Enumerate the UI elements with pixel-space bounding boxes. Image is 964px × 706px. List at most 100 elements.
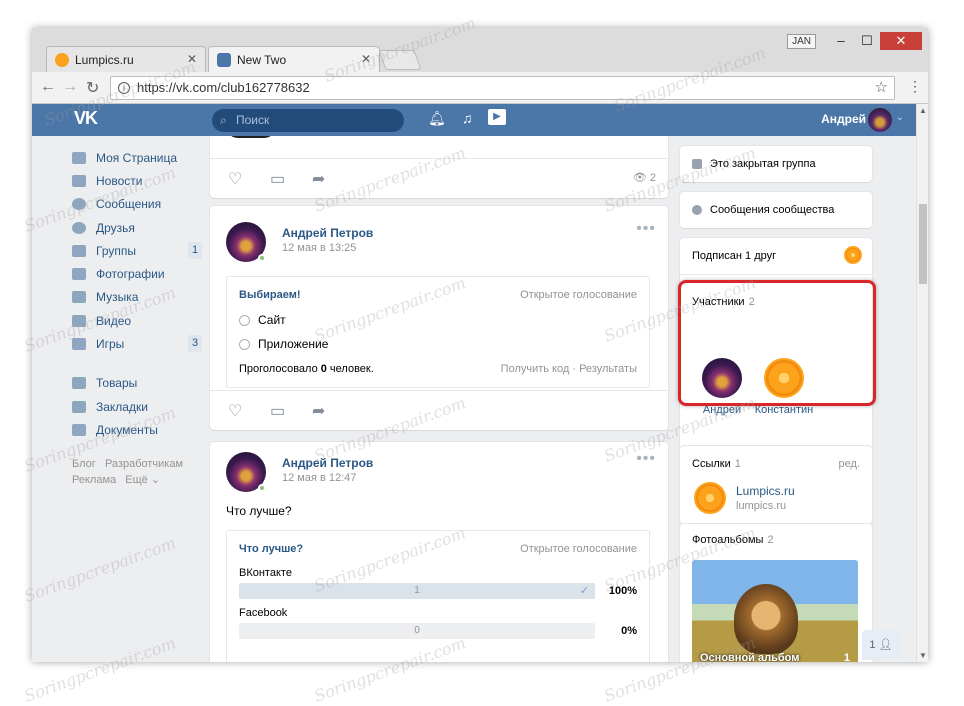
like-heart-icon[interactable]: ♡ <box>228 169 242 189</box>
nav-label: Сообщения <box>96 197 162 212</box>
browser-menu-icon[interactable]: ⋮ <box>908 78 922 95</box>
chat-button[interactable]: 1 👤︎ <box>862 630 900 660</box>
vk-favicon-icon <box>217 52 231 67</box>
nav-label: Игры <box>96 337 125 352</box>
post-date[interactable]: 12 мая в 13:25 <box>282 242 356 254</box>
community-messages-label[interactable]: Сообщения сообщества <box>710 204 834 216</box>
share-icon[interactable]: ➦ <box>312 401 325 421</box>
nav-item-documents[interactable]: Документы <box>72 418 202 441</box>
forward-arrow-icon[interactable]: → <box>62 78 78 96</box>
back-arrow-icon[interactable]: ← <box>40 78 56 96</box>
nav-item-photos[interactable]: Фотографии <box>72 262 202 285</box>
nav-item-goods[interactable]: Товары <box>72 372 202 395</box>
scroll-up-arrow-icon[interactable]: ▲ <box>919 106 927 115</box>
nav-item-music[interactable]: Музыка <box>72 286 202 309</box>
poll-title: Выбираем! <box>239 289 301 301</box>
radio-button[interactable] <box>239 314 250 326</box>
nav-item-my-page[interactable]: Моя Страница <box>72 146 202 169</box>
community-messages-row[interactable]: Сообщения сообщества <box>692 204 834 216</box>
tab-label: New Two <box>237 52 287 67</box>
close-tab-icon[interactable]: ✕ <box>187 52 197 66</box>
post-author[interactable]: Андрей Петров <box>282 456 373 470</box>
closed-group-box: Это закрытая группа <box>680 146 872 182</box>
post-card: Андрей Петров 12 мая в 12:47 ••• Что луч… <box>210 442 668 662</box>
bookmark-star-icon[interactable]: ☆ <box>875 77 888 99</box>
album-cover[interactable]: Основной альбом 1 <box>692 560 858 662</box>
poll-option[interactable]: Сайт <box>239 313 286 327</box>
scroll-thumb[interactable] <box>919 204 927 284</box>
comment-icon[interactable]: ▭ <box>270 169 285 189</box>
info-icon[interactable]: i <box>118 82 130 94</box>
lock-icon <box>692 159 702 169</box>
play-icon[interactable]: ▶ <box>488 109 506 125</box>
links-edit[interactable]: ред. <box>839 458 860 470</box>
minimize-button[interactable]: – <box>828 32 854 50</box>
new-tab-button[interactable] <box>378 50 422 70</box>
music-icon[interactable]: ♫ <box>462 110 473 126</box>
poll-result-votes: 1 <box>414 585 420 596</box>
link-title[interactable]: Lumpics.ru <box>736 484 795 498</box>
footer-ads-link[interactable]: Реклама <box>72 474 116 486</box>
nav-item-bookmarks[interactable]: Закладки <box>72 395 202 418</box>
reload-icon[interactable]: ↻ <box>86 78 99 98</box>
profile-badge[interactable]: JAN <box>787 34 816 49</box>
share-icon[interactable]: ➦ <box>312 169 325 189</box>
page-scrollbar[interactable]: ▲ ▼ <box>916 104 928 662</box>
chevron-down-icon[interactable]: ⌄ <box>896 112 904 123</box>
star-icon <box>72 400 86 413</box>
online-indicator <box>258 484 266 492</box>
nav-item-games[interactable]: Игры 3 <box>72 332 202 355</box>
poll-voted-text: Проголосовало 0 человек. <box>239 363 374 375</box>
bag-icon <box>72 377 86 390</box>
footer-dev-link[interactable]: Разработчикам <box>105 458 183 470</box>
links-header[interactable]: Ссылки 1 <box>692 458 741 470</box>
header-username[interactable]: Андрей <box>821 112 866 126</box>
nav-label: Документы <box>96 422 158 437</box>
vk-logo[interactable]: VK <box>74 108 98 129</box>
post-date[interactable]: 12 мая в 12:47 <box>282 472 356 484</box>
scroll-down-arrow-icon[interactable]: ▼ <box>919 651 927 660</box>
nav-label: Закладки <box>96 399 148 414</box>
poll-option[interactable]: Приложение <box>239 337 328 351</box>
nav-item-messages[interactable]: Сообщения <box>72 193 202 216</box>
tab-label: Lumpics.ru <box>75 52 134 67</box>
community-messages-box[interactable]: Сообщения сообщества <box>680 192 872 228</box>
links-count: 1 <box>734 458 741 470</box>
header-avatar[interactable] <box>868 108 892 132</box>
footer-more-link[interactable]: Ещё ⌄ <box>125 474 160 486</box>
post-menu-icon[interactable]: ••• <box>636 450 656 468</box>
url-input[interactable]: i https://vk.com/club162778632 ☆ <box>110 76 895 100</box>
like-heart-icon[interactable]: ♡ <box>228 401 242 421</box>
comment-icon[interactable]: ▭ <box>270 401 285 421</box>
games-count-badge: 3 <box>188 335 202 353</box>
bell-icon[interactable]: 🔔︎ <box>428 110 446 127</box>
search-icon: ⌕ <box>220 113 227 127</box>
members-highlight-frame <box>678 280 876 406</box>
nav-item-friends[interactable]: Друзья <box>72 216 202 239</box>
friend-avatar[interactable] <box>844 246 862 264</box>
maximize-button[interactable]: ☐ <box>854 32 880 50</box>
subscribed-friends[interactable]: Подписан 1 друг <box>692 250 776 262</box>
close-window-button[interactable]: ✕ <box>880 32 922 50</box>
close-tab-icon[interactable]: ✕ <box>361 52 371 66</box>
radio-button[interactable] <box>239 338 250 350</box>
tab-lumpics[interactable]: Lumpics.ru ✕ <box>46 46 206 72</box>
poll-links[interactable]: Получить код · Результаты <box>501 363 637 375</box>
search-input[interactable]: ⌕ Поиск <box>212 109 404 132</box>
poll-option-label: Сайт <box>258 313 286 327</box>
nav-item-groups[interactable]: Группы 1 <box>72 239 202 262</box>
address-bar: ← → ↻ i https://vk.com/club162778632 ☆ ⋮ <box>32 72 928 104</box>
poll-result-label: ВКонтакте <box>239 567 292 579</box>
chat-count: 1 <box>869 639 876 651</box>
tab-new-two[interactable]: New Two ✕ <box>208 46 380 72</box>
footer-blog-link[interactable]: Блог <box>72 458 96 470</box>
poll-box: Что лучше? Открытое голосование ВКонтакт… <box>226 530 650 662</box>
albums-header[interactable]: Фотоальбомы 2 <box>692 534 774 546</box>
link-logo[interactable] <box>694 482 726 514</box>
post-menu-icon[interactable]: ••• <box>636 220 656 238</box>
nav-item-news[interactable]: Новости <box>72 169 202 192</box>
post-author[interactable]: Андрей Петров <box>282 226 373 240</box>
poll-result-bar: 0 <box>239 623 595 639</box>
search-placeholder: Поиск <box>236 113 270 127</box>
nav-item-video[interactable]: Видео <box>72 309 202 332</box>
